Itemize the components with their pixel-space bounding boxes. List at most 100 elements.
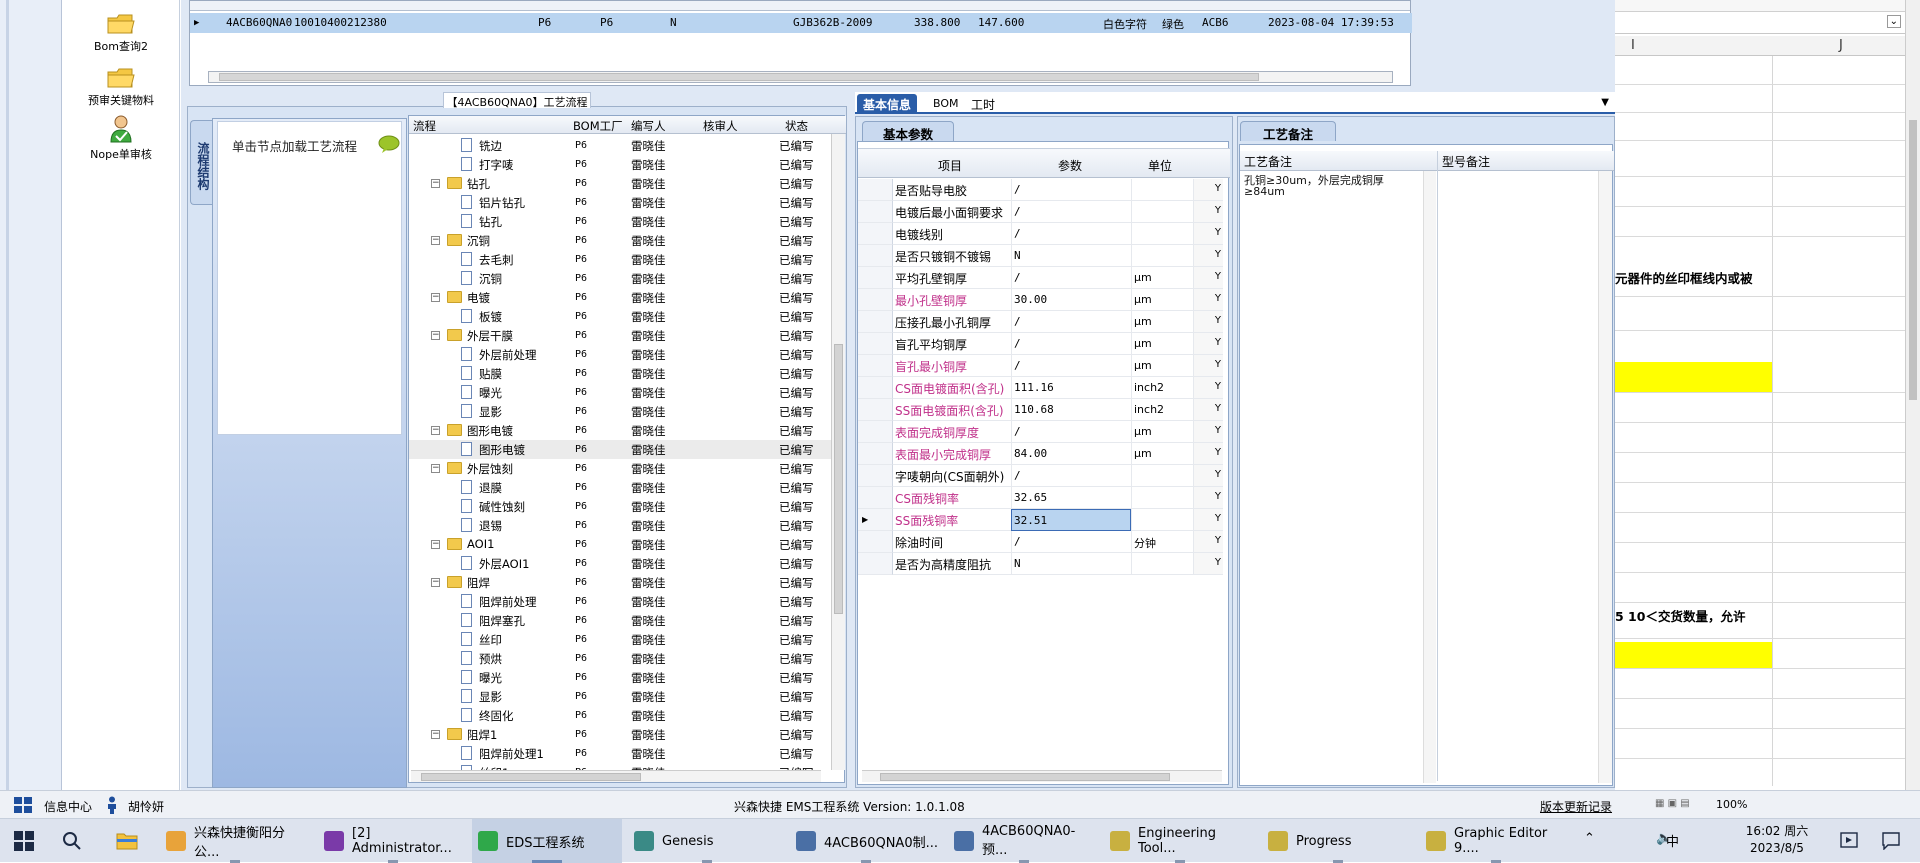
collapse-toggle-icon[interactable]: − — [431, 293, 440, 302]
flow-tree-row[interactable]: − 钻孔 P6 雷晓佳 已编写 — [409, 174, 839, 193]
collapse-toggle-icon[interactable]: − — [431, 426, 440, 435]
sheet-yellow-cell[interactable] — [1615, 362, 1772, 392]
param-row[interactable]: 除油时间 / 分钟 Y — [858, 531, 1230, 553]
taskbar-app[interactable]: 4ACB60QNA0-预... — [948, 819, 1100, 863]
flow-tree-row[interactable]: − 图形电镀 P6 雷晓佳 已编写 — [409, 421, 839, 440]
file-explorer-icon[interactable] — [116, 831, 138, 851]
param-value[interactable]: / — [1011, 267, 1131, 289]
taskbar-app[interactable]: [2] Administrator... — [318, 819, 468, 863]
tab-process-notes[interactable]: 工艺备注 — [1240, 121, 1336, 142]
flow-tree-row[interactable]: 外层AOI1 P6 雷晓佳 已编写 — [409, 554, 839, 573]
tab-dropdown-icon[interactable]: ▼ — [1601, 97, 1609, 108]
flow-tree-row[interactable]: 钻孔 P6 雷晓佳 已编写 — [409, 212, 839, 231]
param-value[interactable]: 30.00 — [1011, 289, 1131, 311]
param-value[interactable]: / — [1011, 465, 1131, 487]
param-value[interactable]: / — [1011, 179, 1131, 201]
flow-tree-row[interactable]: 显影 P6 雷晓佳 已编写 — [409, 402, 839, 421]
flow-structure-tab[interactable]: 流程结构 — [190, 120, 212, 205]
flow-tree-row[interactable]: − 外层干膜 P6 雷晓佳 已编写 — [409, 326, 839, 345]
param-value[interactable]: N — [1011, 245, 1131, 267]
param-row[interactable]: 盲孔最小铜厚 / μm Y — [858, 355, 1230, 377]
param-row[interactable]: CS面电镀面积(含孔) 111.16 inch2 Y — [858, 377, 1230, 399]
flow-tree-row[interactable]: 丝印 P6 雷晓佳 已编写 — [409, 630, 839, 649]
flow-tree-row[interactable]: 外层前处理 P6 雷晓佳 已编写 — [409, 345, 839, 364]
flow-tree-row[interactable]: 阻焊塞孔 P6 雷晓佳 已编写 — [409, 611, 839, 630]
collapse-toggle-icon[interactable]: − — [431, 236, 440, 245]
param-value[interactable]: / — [1011, 223, 1131, 245]
load-flow-hint[interactable]: 单击节点加载工艺流程 — [232, 136, 357, 155]
flow-tree-row[interactable]: 阻焊前处理1 P6 雷晓佳 已编写 — [409, 744, 839, 763]
tray-chevron-icon[interactable]: ⌃ — [1584, 831, 1595, 846]
flow-tree-row[interactable]: 曝光 P6 雷晓佳 已编写 — [409, 383, 839, 402]
sheet-cell-text[interactable]: 5 10＜交货数量，允许 — [1615, 606, 1745, 625]
param-row[interactable]: 最小孔壁铜厚 30.00 μm Y — [858, 289, 1230, 311]
param-row[interactable]: 字唛朝向(CS面朝外) / Y — [858, 465, 1230, 487]
col-header-param[interactable]: 参数 — [1058, 157, 1082, 174]
param-row[interactable]: 压接孔最小孔铜厚 / μm Y — [858, 311, 1230, 333]
taskbar-app[interactable]: Graphic Editor 9.... — [1420, 819, 1572, 863]
col-header-j[interactable]: J — [1839, 38, 1843, 53]
col-header-item[interactable]: 项目 — [938, 157, 962, 174]
flow-tree-row[interactable]: 退锡 P6 雷晓佳 已编写 — [409, 516, 839, 535]
param-value[interactable]: N — [1011, 553, 1131, 575]
nav-item-nope-review[interactable]: Nope单审核 — [62, 114, 180, 162]
flow-tree-row[interactable]: 沉铜 P6 雷晓佳 已编写 — [409, 269, 839, 288]
col-header-process-note[interactable]: 工艺备注 — [1244, 153, 1292, 170]
tab-basic-info[interactable]: 基本信息 — [857, 94, 918, 114]
flow-tree-row[interactable]: − 外层蚀刻 P6 雷晓佳 已编写 — [409, 459, 839, 478]
sheet-vscroll[interactable] — [1905, 0, 1920, 790]
view-mode-icons[interactable]: ▦ ▣ ▤ — [1655, 798, 1690, 809]
grid-menu-icon[interactable] — [14, 797, 32, 813]
col-header-writer[interactable]: 编写人 — [631, 118, 666, 134]
process-note-scrollbar[interactable] — [1423, 171, 1436, 783]
param-value[interactable]: / — [1011, 531, 1131, 553]
param-row[interactable]: 是否为高精度阻抗 N Y — [858, 553, 1230, 575]
flow-tree-row[interactable]: 图形电镀 P6 雷晓佳 已编写 — [409, 440, 839, 459]
taskbar-app[interactable]: Genesis — [628, 819, 786, 863]
col-header-flow[interactable]: 流程 — [413, 118, 436, 134]
taskbar-app[interactable]: Engineering Tool... — [1104, 819, 1256, 863]
param-row[interactable]: 表面完成铜厚度 / μm Y — [858, 421, 1230, 443]
col-header-reviewer[interactable]: 核审人 — [703, 118, 738, 134]
param-value[interactable]: 110.68 — [1011, 399, 1131, 421]
flow-tree-row[interactable]: − 沉铜 P6 雷晓佳 已编写 — [409, 231, 839, 250]
flow-tree-row[interactable]: − 电镀 P6 雷晓佳 已编写 — [409, 288, 839, 307]
param-value[interactable]: 32.65 — [1011, 487, 1131, 509]
ime-indicator[interactable]: 中 — [1666, 831, 1679, 850]
taskbar-app[interactable]: EDS工程系统 — [472, 819, 622, 863]
param-value[interactable]: / — [1011, 333, 1131, 355]
flow-tree-hscroll[interactable] — [411, 770, 821, 782]
search-icon[interactable] — [62, 831, 82, 851]
zoom-level[interactable]: 100% — [1716, 798, 1747, 811]
param-value[interactable]: 84.00 — [1011, 443, 1131, 465]
flow-tree-row[interactable]: − 阻焊1 P6 雷晓佳 已编写 — [409, 725, 839, 744]
sheet-yellow-cell[interactable] — [1615, 642, 1772, 668]
flow-tree-row[interactable]: 碱性蚀刻 P6 雷晓佳 已编写 — [409, 497, 839, 516]
flow-tree-row[interactable]: 板镀 P6 雷晓佳 已编写 — [409, 307, 839, 326]
order-grid-hscroll[interactable] — [208, 71, 1393, 83]
taskbar-clock[interactable]: 16:02 周六 2023/8/5 — [1745, 823, 1809, 857]
notification-icon[interactable] — [1882, 832, 1900, 850]
collapse-toggle-icon[interactable]: − — [431, 464, 440, 473]
tab-work-hours[interactable]: 工时 — [965, 94, 1001, 114]
col-header-bom-plant[interactable]: BOM工厂 — [573, 118, 623, 134]
param-row[interactable]: 盲孔平均铜厚 / μm Y — [858, 333, 1230, 355]
param-row[interactable]: SS面电镀面积(含孔) 110.68 inch2 Y — [858, 399, 1230, 421]
flow-tree-row[interactable]: 贴膜 P6 雷晓佳 已编写 — [409, 364, 839, 383]
taskbar-app[interactable]: Progress — [1262, 819, 1414, 863]
col-header-status[interactable]: 状态 — [785, 118, 808, 134]
taskbar-app[interactable]: 兴森快捷衡阳分公... — [160, 819, 310, 863]
param-value[interactable]: / — [1011, 355, 1131, 377]
formula-bar[interactable]: ⌄ — [1615, 12, 1905, 34]
version-history-link[interactable]: 版本更新记录 — [1540, 798, 1612, 815]
flow-tree-row[interactable]: 阻焊前处理 P6 雷晓佳 已编写 — [409, 592, 839, 611]
param-value[interactable]: / — [1011, 311, 1131, 333]
collapse-toggle-icon[interactable]: − — [431, 578, 440, 587]
param-row[interactable]: 电镀线别 / Y — [858, 223, 1230, 245]
info-center-label[interactable]: 信息中心 — [44, 798, 92, 815]
media-icon[interactable] — [1840, 832, 1858, 848]
flow-tree-row[interactable]: 去毛刺 P6 雷晓佳 已编写 — [409, 250, 839, 269]
flow-tree-row[interactable]: 显影 P6 雷晓佳 已编写 — [409, 687, 839, 706]
collapse-toggle-icon[interactable]: − — [431, 540, 440, 549]
flow-tree-row[interactable]: 铝片钻孔 P6 雷晓佳 已编写 — [409, 193, 839, 212]
